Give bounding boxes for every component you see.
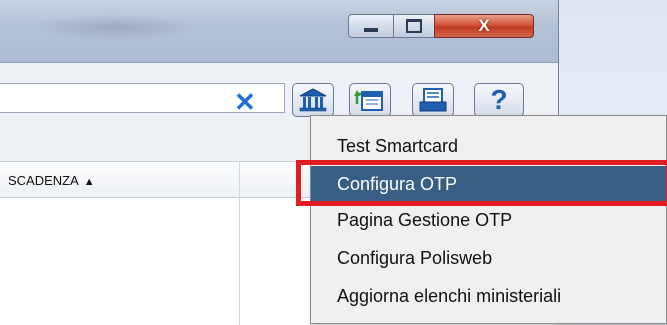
calendar-sync-icon — [354, 90, 383, 111]
maximize-icon — [406, 19, 422, 33]
column-header-scadenza[interactable]: SCADENZA ▲ — [8, 173, 95, 188]
menu-item-pagina-gestione-otp[interactable]: Pagina Gestione OTP — [311, 202, 667, 238]
menu-item-configura-otp[interactable]: Configura OTP — [311, 166, 667, 202]
window-titlebar: X — [0, 0, 558, 63]
bank-button[interactable] — [292, 83, 334, 117]
menu-item-test-smartcard[interactable]: Test Smartcard — [311, 128, 667, 164]
minimize-button[interactable] — [348, 14, 394, 38]
help-icon: ? — [490, 84, 508, 115]
print-button[interactable] — [412, 83, 454, 117]
maximize-button[interactable] — [393, 14, 435, 38]
print-icon — [419, 88, 447, 112]
clear-search-icon[interactable]: ✕ — [234, 89, 256, 115]
menu-item-aggiorna-elenchi-ministeriali[interactable]: Aggiorna elenchi ministeriali — [311, 278, 667, 314]
bank-icon — [299, 88, 327, 112]
calendar-sync-button[interactable] — [349, 83, 391, 117]
menu-item-configura-polisweb[interactable]: Configura Polisweb — [311, 240, 667, 276]
close-icon: X — [478, 16, 490, 35]
column-divider — [239, 162, 240, 325]
context-menu: Test Smartcard Configura OTP Pagina Gest… — [310, 115, 667, 324]
help-button[interactable]: ? — [474, 83, 524, 117]
minimize-icon — [364, 28, 378, 32]
window-title-blurred — [30, 14, 200, 40]
column-header-label: SCADENZA — [8, 173, 79, 188]
sort-ascending-icon: ▲ — [83, 176, 95, 188]
close-window-button[interactable]: X — [434, 14, 534, 38]
